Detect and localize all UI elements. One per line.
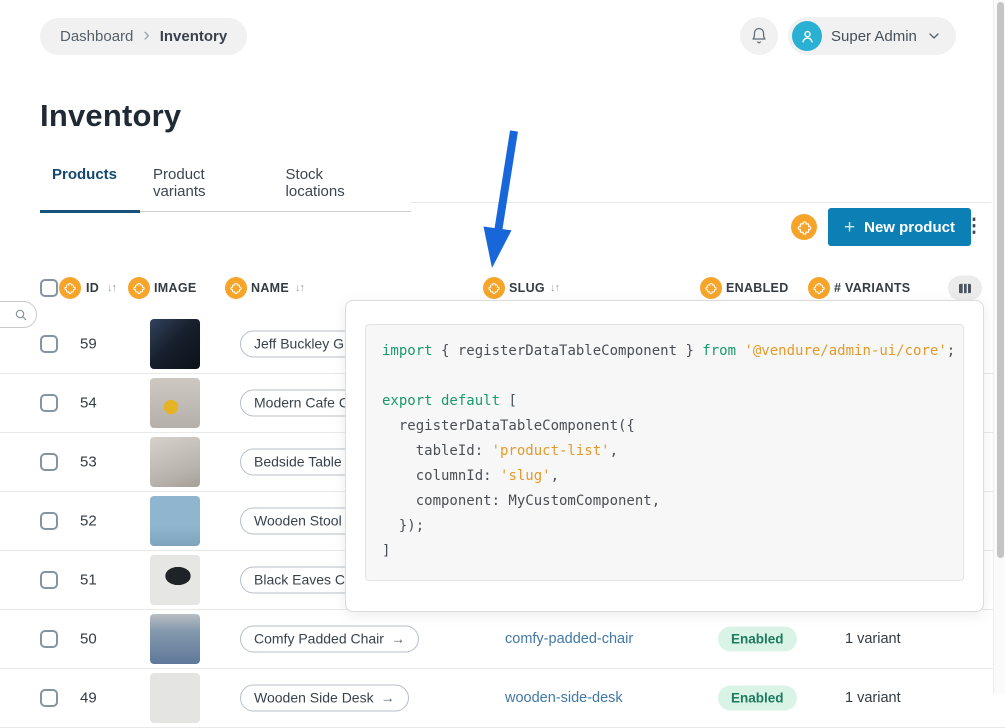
- columns-icon: [957, 280, 973, 296]
- ui-extension-badge[interactable]: [808, 277, 830, 299]
- row-checkbox[interactable]: [40, 394, 58, 412]
- product-name: Jeff Buckley G: [254, 336, 344, 352]
- scrollbar: [993, 0, 1005, 694]
- more-actions-button[interactable]: ⋮: [964, 215, 984, 238]
- ui-extension-badge[interactable]: [59, 277, 81, 299]
- row-checkbox[interactable]: [40, 689, 58, 707]
- scrollbar-thumb[interactable]: [997, 2, 1004, 558]
- sort-icon[interactable]: ↓↑: [550, 282, 559, 294]
- arrow-right-icon: →: [391, 631, 405, 647]
- table-row: 49 Wooden Side Desk → wooden-side-desk En…: [0, 668, 1005, 728]
- product-name: Wooden Side Desk: [254, 690, 374, 706]
- notifications-button[interactable]: [740, 17, 778, 55]
- bell-icon: [750, 27, 768, 45]
- variant-count: 1 variant: [845, 631, 901, 647]
- user-menu[interactable]: Super Admin: [788, 17, 956, 55]
- code-line: });: [382, 514, 953, 539]
- column-header-enabled[interactable]: ENABLED: [726, 281, 789, 295]
- puzzle-icon: [796, 219, 813, 236]
- enabled-badge: Enabled: [718, 685, 797, 710]
- code-line: ]: [382, 539, 953, 564]
- product-thumbnail[interactable]: [150, 614, 200, 664]
- sort-icon[interactable]: ↓↑: [107, 282, 116, 294]
- product-id: 51: [80, 571, 97, 588]
- product-id: 52: [80, 512, 97, 529]
- product-thumbnail[interactable]: [150, 555, 200, 605]
- product-thumbnail[interactable]: [150, 378, 200, 428]
- code-line: component: MyCustomComponent,: [382, 489, 953, 514]
- arrow-right-icon: →: [381, 690, 395, 706]
- code-line: tableId: 'product-list',: [382, 439, 953, 464]
- product-thumbnail[interactable]: [150, 496, 200, 546]
- variant-count: 1 variant: [845, 690, 901, 706]
- chevron-down-icon: [926, 28, 942, 44]
- code-line: import { registerDataTableComponent } fr…: [382, 339, 953, 364]
- tab-products[interactable]: Products: [40, 166, 140, 213]
- product-id: 49: [80, 689, 97, 706]
- product-slug-link[interactable]: comfy-padded-chair: [505, 631, 633, 647]
- breadcrumb-current-inventory[interactable]: Inventory: [160, 28, 228, 45]
- product-id: 54: [80, 394, 97, 411]
- product-thumbnail[interactable]: [150, 319, 200, 369]
- product-name-pill[interactable]: Wooden Side Desk →: [240, 684, 409, 711]
- ui-extension-badge[interactable]: [791, 214, 817, 240]
- column-header-name[interactable]: NAME: [251, 281, 289, 295]
- product-name-pill[interactable]: Comfy Padded Chair →: [240, 625, 419, 652]
- column-header-slug[interactable]: SLUG: [509, 281, 545, 295]
- tab-bar-divider: [411, 202, 991, 203]
- avatar: [792, 21, 822, 51]
- enabled-badge: Enabled: [718, 626, 797, 651]
- chevron-right-icon: ›: [143, 26, 149, 45]
- code-line: [382, 364, 953, 389]
- product-id: 59: [80, 335, 97, 352]
- code-snippet-popup: import { registerDataTableComponent } fr…: [345, 300, 984, 612]
- ui-extension-badge[interactable]: [128, 277, 150, 299]
- product-name: Comfy Padded Chair: [254, 631, 384, 647]
- sort-icon[interactable]: ↓↑: [295, 282, 304, 294]
- row-checkbox[interactable]: [40, 571, 58, 589]
- product-name: Modern Cafe C: [254, 395, 349, 411]
- new-product-button[interactable]: + New product: [828, 208, 971, 246]
- ui-extension-badge[interactable]: [225, 277, 247, 299]
- product-id: 53: [80, 453, 97, 470]
- code-line: export default [: [382, 389, 953, 414]
- product-thumbnail[interactable]: [150, 437, 200, 487]
- breadcrumb-dashboard-link[interactable]: Dashboard: [60, 28, 133, 45]
- tab-bar: Products Product variants Stock location…: [40, 166, 411, 212]
- code-line: registerDataTableComponent({: [382, 414, 953, 439]
- column-header-variants[interactable]: # VARIANTS: [834, 281, 910, 295]
- row-checkbox[interactable]: [40, 512, 58, 530]
- product-thumbnail[interactable]: [150, 673, 200, 723]
- product-id: 50: [80, 630, 97, 647]
- tab-stock-locations[interactable]: Stock locations: [286, 166, 380, 211]
- product-name: Wooden Stool: [254, 513, 342, 529]
- table-row: 50 Comfy Padded Chair → comfy-padded-chai…: [0, 609, 1005, 669]
- product-name: Bedside Table: [254, 454, 342, 470]
- column-picker-button[interactable]: [948, 276, 982, 301]
- user-name: Super Admin: [831, 28, 917, 45]
- row-checkbox[interactable]: [40, 630, 58, 648]
- row-checkbox[interactable]: [40, 335, 58, 353]
- code-line: columnId: 'slug',: [382, 464, 953, 489]
- row-checkbox[interactable]: [40, 453, 58, 471]
- select-all-checkbox[interactable]: [40, 279, 58, 297]
- product-slug-link[interactable]: wooden-side-desk: [505, 690, 623, 706]
- column-header-id[interactable]: ID: [86, 281, 99, 295]
- tab-product-variants[interactable]: Product variants: [153, 166, 255, 211]
- ui-extension-badge[interactable]: [483, 277, 505, 299]
- plus-icon: +: [844, 218, 855, 237]
- column-header-image[interactable]: IMAGE: [154, 281, 196, 295]
- product-name: Black Eaves C: [254, 572, 345, 588]
- ui-extension-badge[interactable]: [700, 277, 722, 299]
- page-title: Inventory: [40, 98, 181, 134]
- code-block: import { registerDataTableComponent } fr…: [365, 324, 964, 581]
- breadcrumb: Dashboard › Inventory: [40, 18, 247, 55]
